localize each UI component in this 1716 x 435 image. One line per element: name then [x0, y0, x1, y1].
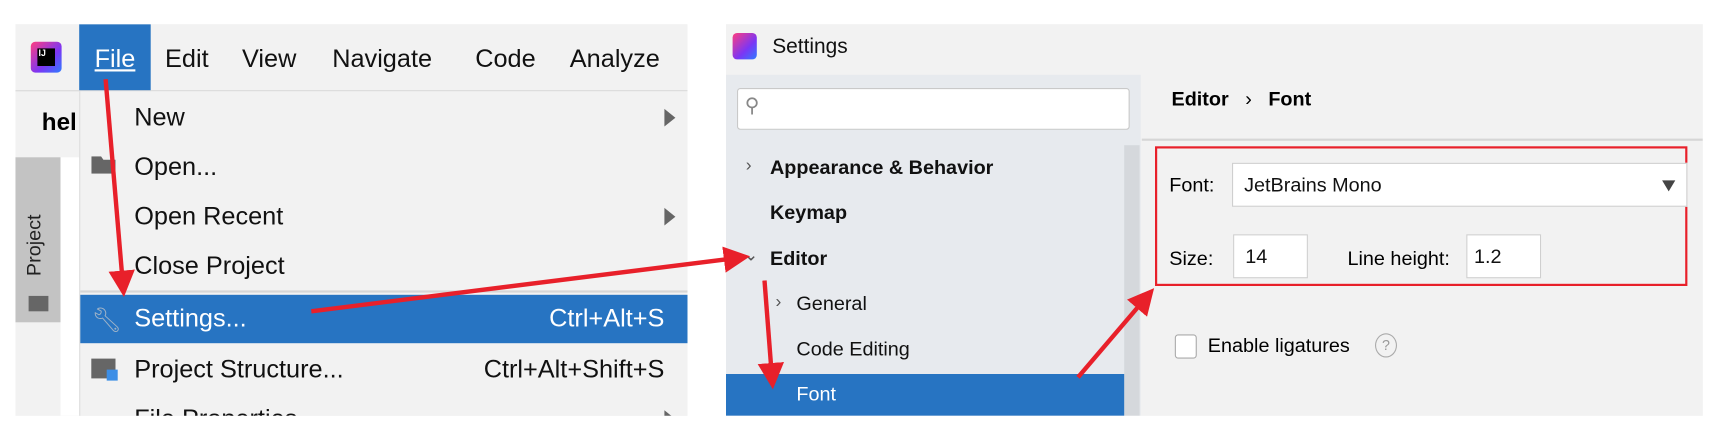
arrow-file-to-settings	[103, 79, 135, 297]
arrow-settings-to-editor	[311, 246, 751, 314]
annotation-arrows	[103, 79, 1155, 390]
arrow-editor-to-font	[757, 280, 785, 390]
arrow-font-to-options	[1076, 288, 1155, 379]
